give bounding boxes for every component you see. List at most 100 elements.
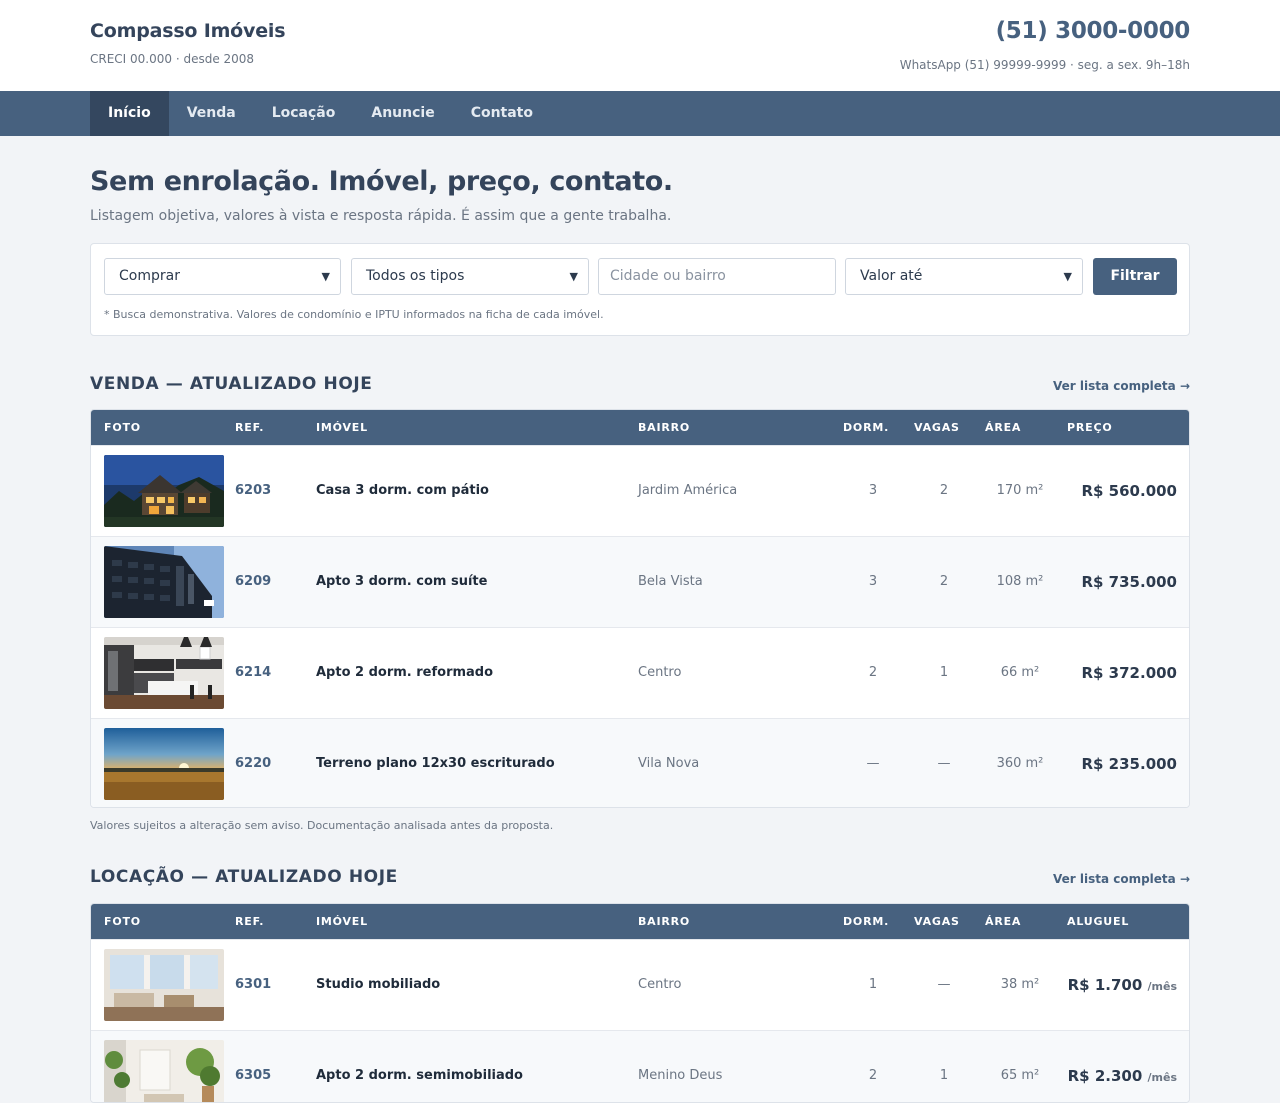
listing-name[interactable]: Apto 2 dorm. reformado	[316, 628, 493, 718]
bedrooms: 3	[868, 483, 878, 498]
parking-spots: 2	[939, 483, 949, 498]
ref-code[interactable]: 6209	[235, 537, 271, 627]
rent-table: FOTO REF. IMÓVEL BAIRRO DORM. VAGAS ÁREA…	[90, 903, 1190, 1103]
area: 170 m²	[996, 483, 1044, 498]
col-bairro: BAIRRO	[638, 915, 691, 928]
search-panel: Comprar ▼ Todos os tipos ▼ Cidade ou bai…	[90, 243, 1190, 336]
bedrooms: —	[866, 756, 880, 771]
mode-select[interactable]: Comprar ▼	[104, 258, 341, 295]
chevron-down-icon: ▼	[569, 270, 578, 283]
parking-spots: 2	[939, 574, 949, 589]
city-input[interactable]: Cidade ou bairro	[598, 258, 836, 295]
ref-code[interactable]: 6203	[235, 446, 271, 536]
nav-item-anuncie[interactable]: Anuncie	[353, 91, 452, 136]
rent-amount: R$ 1.700	[1067, 976, 1143, 994]
sale-section-title: VENDA — ATUALIZADO HOJE	[90, 374, 373, 394]
listing-name[interactable]: Apto 3 dorm. com suíte	[316, 537, 487, 627]
table-row[interactable]: 6203 Casa 3 dorm. com pátio Jardim Améri…	[91, 445, 1189, 536]
listing-name[interactable]: Studio mobiliado	[316, 940, 440, 1030]
nav-item-contato[interactable]: Contato	[453, 91, 551, 136]
parking-spots: 1	[939, 1068, 949, 1083]
site-header: Compasso Imóveis CRECI 00.000 · desde 20…	[0, 0, 1280, 91]
area: 38 m²	[1000, 977, 1040, 992]
table-header: FOTO REF. IMÓVEL BAIRRO DORM. VAGAS ÁREA…	[91, 410, 1189, 445]
col-vagas: VAGAS	[914, 915, 960, 928]
page-title: Sem enrolação. Imóvel, preço, contato.	[90, 166, 673, 197]
col-foto: FOTO	[104, 915, 141, 928]
col-bairro: BAIRRO	[638, 421, 691, 434]
ref-code[interactable]: 6214	[235, 628, 271, 718]
type-select[interactable]: Todos os tipos ▼	[351, 258, 589, 295]
col-vagas: VAGAS	[914, 421, 960, 434]
col-preco: PREÇO	[1067, 421, 1113, 434]
sale-see-all-link[interactable]: Ver lista completa →	[1053, 379, 1190, 393]
area: 65 m²	[1000, 1068, 1040, 1083]
nav-item-inicio[interactable]: Início	[90, 91, 169, 136]
parking-spots: 1	[939, 665, 949, 680]
sale-disclaimer: Valores sujeitos a alteração sem aviso. …	[90, 819, 554, 832]
max-value-select-value: Valor até	[860, 268, 923, 284]
col-dorm: DORM.	[843, 915, 890, 928]
search-note: * Busca demonstrativa. Valores de condom…	[104, 308, 604, 321]
nav-item-locacao[interactable]: Locação	[254, 91, 354, 136]
col-area: ÁREA	[985, 915, 1022, 928]
bedrooms: 2	[868, 665, 878, 680]
neighborhood: Menino Deus	[638, 1068, 723, 1083]
listing-name[interactable]: Terreno plano 12x30 escriturado	[316, 719, 555, 807]
main-nav: Início Venda Locação Anuncie Contato	[0, 91, 1280, 136]
listing-name[interactable]: Casa 3 dorm. com pátio	[316, 446, 489, 536]
neighborhood: Bela Vista	[638, 574, 703, 589]
filter-button[interactable]: Filtrar	[1093, 258, 1177, 295]
rent-period: /mês	[1147, 1071, 1178, 1084]
price: R$ 560.000	[1081, 482, 1177, 500]
page-subtitle: Listagem objetiva, valores à vista e res…	[90, 208, 672, 224]
chevron-down-icon: ▼	[321, 270, 330, 283]
brand-subtitle: CRECI 00.000 · desde 2008	[90, 52, 255, 66]
parking-spots: —	[937, 977, 951, 992]
price: R$ 735.000	[1081, 573, 1177, 591]
table-row[interactable]: 6301 Studio mobiliado Centro 1 — 38 m² R…	[91, 939, 1189, 1030]
kitchen-photo[interactable]	[104, 637, 224, 709]
house-photo[interactable]	[104, 455, 224, 527]
bedrooms: 2	[868, 1068, 878, 1083]
col-foto: FOTO	[104, 421, 141, 434]
ref-code[interactable]: 6301	[235, 940, 271, 1030]
building-photo[interactable]	[104, 546, 224, 618]
col-aluguel: ALUGUEL	[1067, 915, 1130, 928]
mode-select-value: Comprar	[119, 268, 180, 284]
field-sunset-photo[interactable]	[104, 728, 224, 800]
parking-spots: —	[937, 756, 951, 771]
table-header: FOTO REF. IMÓVEL BAIRRO DORM. VAGAS ÁREA…	[91, 904, 1189, 939]
col-area: ÁREA	[985, 421, 1022, 434]
neighborhood: Centro	[638, 665, 682, 680]
rent-section-title: LOCAÇÃO — ATUALIZADO HOJE	[90, 867, 398, 887]
living-room-photo[interactable]	[104, 949, 224, 1021]
col-ref: REF.	[235, 421, 265, 434]
plants-room-photo[interactable]	[104, 1040, 224, 1102]
brand-name[interactable]: Compasso Imóveis	[90, 20, 286, 42]
ref-code[interactable]: 6220	[235, 719, 271, 807]
table-row[interactable]: 6209 Apto 3 dorm. com suíte Bela Vista 3…	[91, 536, 1189, 627]
listing-name[interactable]: Apto 2 dorm. semimobiliado	[316, 1031, 523, 1102]
bedrooms: 3	[868, 574, 878, 589]
bedrooms: 1	[868, 977, 878, 992]
rent-price: R$ 2.300 /mês	[1067, 1031, 1178, 1102]
col-dorm: DORM.	[843, 421, 890, 434]
table-row[interactable]: 6220 Terreno plano 12x30 escriturado Vil…	[91, 718, 1189, 807]
area: 108 m²	[996, 574, 1044, 589]
rent-price: R$ 1.700 /mês	[1068, 940, 1177, 1032]
price: R$ 372.000	[1081, 664, 1177, 682]
city-input-placeholder: Cidade ou bairro	[610, 268, 726, 284]
rent-period: /mês	[1147, 980, 1178, 993]
nav-item-venda[interactable]: Venda	[169, 91, 254, 136]
table-row[interactable]: 6214 Apto 2 dorm. reformado Centro 2 1 6…	[91, 627, 1189, 718]
neighborhood: Centro	[638, 977, 682, 992]
col-imovel: IMÓVEL	[316, 421, 368, 434]
max-value-select[interactable]: Valor até ▼	[845, 258, 1083, 295]
ref-code[interactable]: 6305	[235, 1031, 271, 1102]
table-row[interactable]: 6305 Apto 2 dorm. semimobiliado Menino D…	[91, 1030, 1189, 1102]
rent-amount: R$ 2.300	[1067, 1067, 1143, 1085]
rent-see-all-link[interactable]: Ver lista completa →	[1053, 872, 1190, 886]
phone-number[interactable]: (51) 3000-0000	[996, 18, 1191, 44]
type-select-value: Todos os tipos	[366, 268, 465, 284]
